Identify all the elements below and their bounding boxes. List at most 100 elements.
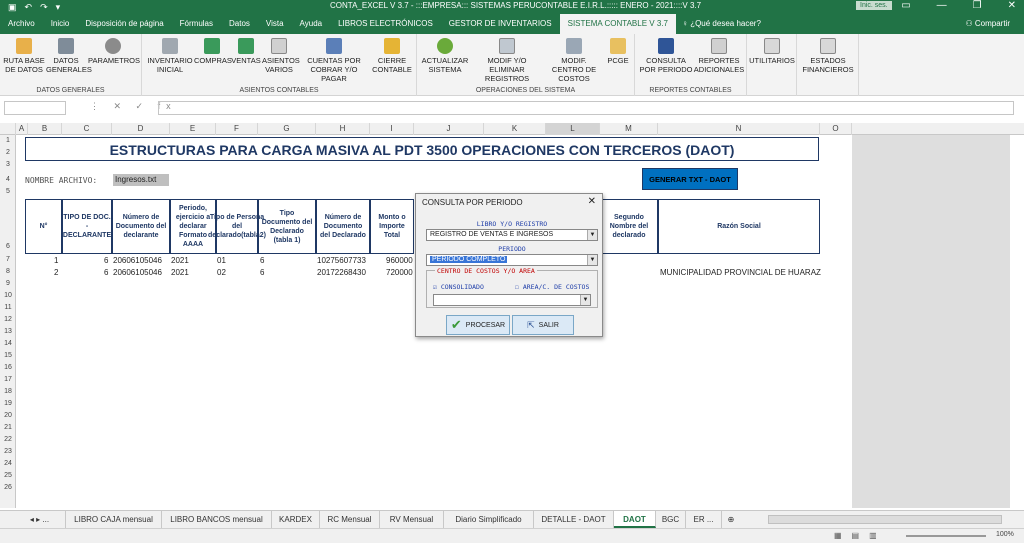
chevron-down-icon[interactable]: ▼ xyxy=(580,295,590,305)
cell-doc[interactable]: 20606105046 xyxy=(113,267,162,278)
cell-tipo[interactable]: 6 xyxy=(104,255,108,266)
row-header[interactable]: 9 xyxy=(0,280,16,287)
chevron-down-icon[interactable]: ▼ xyxy=(587,230,597,240)
col-header[interactable]: M xyxy=(600,123,658,135)
sheet-tab-more[interactable]: ... xyxy=(42,515,49,524)
row-header[interactable]: 10 xyxy=(0,292,16,299)
sheet-tab[interactable]: Diario Simplificado xyxy=(444,511,534,528)
row-header[interactable]: 11 xyxy=(0,304,16,311)
horizontal-scrollbar[interactable] xyxy=(768,515,1002,524)
row-header[interactable]: 23 xyxy=(0,448,16,455)
cell-n[interactable]: 1 xyxy=(54,255,58,266)
zoom-level[interactable]: 100% xyxy=(996,531,1014,538)
tab-archivo[interactable]: Archivo xyxy=(0,14,43,34)
cell-persona[interactable]: 01 xyxy=(217,255,226,266)
row-header[interactable]: 3 xyxy=(0,161,16,168)
consolidado-checkbox[interactable]: ☑ CONSOLIDADO xyxy=(433,283,484,291)
pcge-button[interactable]: PCGE xyxy=(603,36,633,65)
col-header[interactable]: O xyxy=(820,123,852,135)
chevron-down-icon[interactable]: ▼ xyxy=(587,255,597,265)
tab-datos[interactable]: Datos xyxy=(221,14,258,34)
cell-doc[interactable]: 20606105046 xyxy=(113,255,162,266)
zoom-slider[interactable] xyxy=(906,535,986,537)
col-header[interactable]: N xyxy=(658,123,820,135)
periodo-select[interactable]: PERIODO COMPLETO ▼ xyxy=(426,254,598,266)
cell-persona[interactable]: 02 xyxy=(217,267,226,278)
cell-periodo[interactable]: 2021 xyxy=(171,255,189,266)
row-header[interactable]: 8 xyxy=(0,268,16,275)
minimize-icon[interactable]: — xyxy=(937,0,947,11)
area-select[interactable]: ▼ xyxy=(433,294,591,306)
row-header[interactable]: 22 xyxy=(0,436,16,443)
ruta-base-datos-button[interactable]: RUTA BASE DE DATOS xyxy=(2,36,46,74)
sheet-tab[interactable]: ER ... xyxy=(686,511,722,528)
cell-numdoc[interactable]: 20172268430 xyxy=(317,267,366,278)
cuentas-cobrar-pagar-button[interactable]: CUENTAS POR COBRAR Y/O PAGAR xyxy=(298,36,370,83)
filename-cell[interactable]: Ingresos.txt xyxy=(113,174,169,186)
reportes-adicionales-button[interactable]: REPORTES ADICIONALES xyxy=(693,36,745,74)
sheet-tab[interactable]: KARDEX xyxy=(272,511,320,528)
cell-numdoc[interactable]: 10275607733 xyxy=(317,255,366,266)
row-header[interactable]: 12 xyxy=(0,316,16,323)
undo-icon[interactable]: ↶ xyxy=(25,2,33,13)
save-icon[interactable]: ▣ xyxy=(8,2,17,13)
sheet-tab[interactable]: BGC xyxy=(656,511,686,528)
row-header[interactable]: 15 xyxy=(0,352,16,359)
row-header[interactable]: 4 xyxy=(0,176,16,183)
row-header[interactable]: 1 xyxy=(0,137,16,144)
compras-button[interactable]: COMPRAS xyxy=(194,36,232,65)
row-header[interactable]: 24 xyxy=(0,460,16,467)
row-header[interactable]: 19 xyxy=(0,400,16,407)
row-header[interactable]: 17 xyxy=(0,376,16,383)
redo-icon[interactable]: ↷ xyxy=(40,2,48,13)
cell-tipo[interactable]: 6 xyxy=(104,267,108,278)
sheet-tab-active[interactable]: DAOT xyxy=(614,511,656,528)
actualizar-sistema-button[interactable]: ACTUALIZAR SISTEMA xyxy=(421,36,469,74)
tab-formulas[interactable]: Fórmulas xyxy=(172,14,221,34)
row-header[interactable]: 25 xyxy=(0,472,16,479)
tab-gestor-inventarios[interactable]: GESTOR DE INVENTARIOS xyxy=(441,14,560,34)
cell-tipodoc[interactable]: 6 xyxy=(260,267,264,278)
row-header[interactable]: 14 xyxy=(0,340,16,347)
row-header[interactable]: 21 xyxy=(0,424,16,431)
procesar-button[interactable]: ✔ PROCESAR xyxy=(446,315,510,335)
tab-inicio[interactable]: Inicio xyxy=(43,14,78,34)
tab-libros-electronicos[interactable]: LIBROS ELECTRÓNICOS xyxy=(330,14,441,34)
cell-monto[interactable]: 960000 xyxy=(386,255,413,266)
restore-icon[interactable]: ❐ xyxy=(973,0,982,11)
tell-me-box[interactable]: ♀ ¿Qué desea hacer? xyxy=(676,14,769,34)
col-header[interactable]: B xyxy=(28,123,62,135)
col-header[interactable]: H xyxy=(316,123,370,135)
row-header[interactable]: 26 xyxy=(0,484,16,491)
tab-ayuda[interactable]: Ayuda xyxy=(292,14,331,34)
close-icon[interactable]: ✕ xyxy=(588,196,596,207)
row-header[interactable]: 7 xyxy=(0,256,16,263)
consulta-por-periodo-button[interactable]: CONSULTA POR PERIODO xyxy=(639,36,693,74)
view-buttons[interactable]: ▦▤▥ xyxy=(834,531,887,540)
ventas-button[interactable]: VENTAS xyxy=(230,36,262,65)
row-header[interactable]: 16 xyxy=(0,364,16,371)
row-header[interactable]: 18 xyxy=(0,388,16,395)
ribbon-display-icon[interactable]: ▭ xyxy=(901,0,910,11)
cell-periodo[interactable]: 2021 xyxy=(171,267,189,278)
asientos-varios-button[interactable]: ASIENTOS VARIOS xyxy=(262,36,300,74)
datos-generales-button[interactable]: DATOS GENERALES xyxy=(46,36,92,74)
modif-centro-costos-button[interactable]: MODIF. CENTRO DE COSTOS xyxy=(545,36,603,83)
tab-sistema-contable[interactable]: SISTEMA CONTABLE V 3.7 xyxy=(559,14,676,34)
col-header[interactable]: A xyxy=(16,123,28,135)
col-header[interactable]: G xyxy=(258,123,316,135)
cell-tipodoc[interactable]: 6 xyxy=(260,255,264,266)
add-sheet-icon[interactable]: ⊕ xyxy=(722,511,740,528)
tab-disposicion[interactable]: Disposición de página xyxy=(77,14,171,34)
col-header[interactable]: J xyxy=(414,123,484,135)
row-header[interactable]: 20 xyxy=(0,412,16,419)
row-header[interactable]: 13 xyxy=(0,328,16,335)
col-header[interactable]: I xyxy=(370,123,414,135)
sheet-tab[interactable]: LIBRO CAJA mensual xyxy=(66,511,162,528)
row-header[interactable]: 2 xyxy=(0,149,16,156)
libro-select[interactable]: REGISTRO DE VENTAS E INGRESOS ▼ xyxy=(426,229,598,241)
generar-txt-daot-button[interactable]: GENERAR TXT - DAOT xyxy=(642,168,738,190)
col-header[interactable]: K xyxy=(484,123,546,135)
inventario-inicial-button[interactable]: INVENTARIO INICIAL xyxy=(146,36,194,74)
utilitarios-button[interactable]: UTILITARIOS xyxy=(749,36,795,65)
